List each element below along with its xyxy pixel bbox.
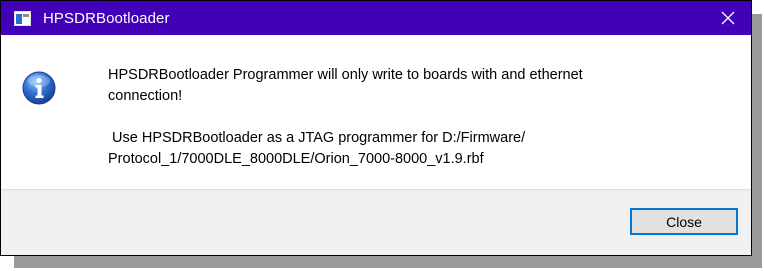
information-icon bbox=[22, 71, 56, 105]
message-text: HPSDRBootloader Programmer will only wri… bbox=[108, 65, 728, 170]
application-icon bbox=[14, 10, 31, 26]
close-button[interactable]: Close bbox=[630, 208, 738, 235]
window-title: HPSDRBootloader bbox=[43, 9, 170, 27]
message-area: HPSDRBootloader Programmer will only wri… bbox=[1, 35, 751, 189]
message-line: Use HPSDRBootloader as a JTAG programmer… bbox=[108, 130, 526, 146]
title-bar[interactable]: HPSDRBootloader bbox=[1, 1, 751, 35]
message-line: connection! bbox=[108, 88, 183, 104]
close-icon[interactable] bbox=[705, 1, 751, 35]
button-bar: Close bbox=[1, 189, 751, 255]
message-dialog: HPSDRBootloader HPSDRBootloader Programm… bbox=[0, 0, 752, 256]
message-line: Protocol_1/7000DLE_8000DLE/Orion_7000-80… bbox=[108, 151, 484, 167]
message-line: HPSDRBootloader Programmer will only wri… bbox=[108, 67, 583, 83]
